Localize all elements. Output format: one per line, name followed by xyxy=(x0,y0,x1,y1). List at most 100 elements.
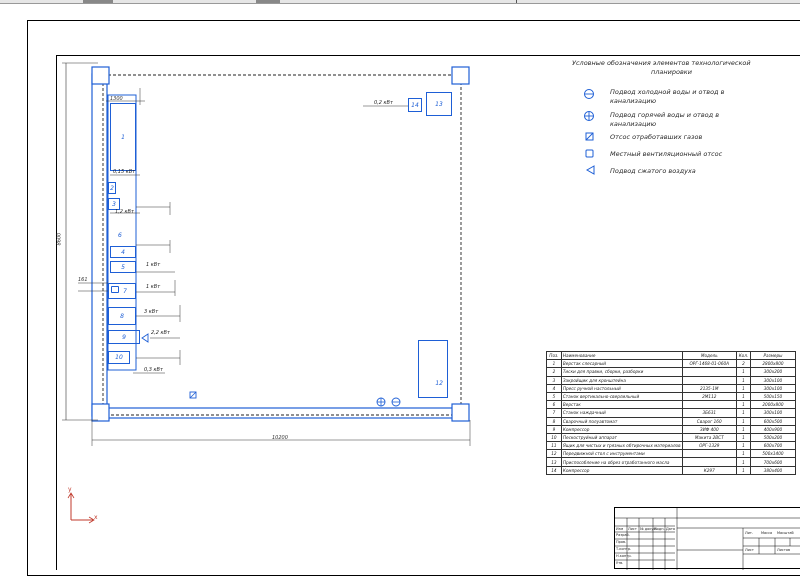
stamp-label-sheets: Листов xyxy=(777,548,791,552)
table-cell: 5 xyxy=(546,391,562,402)
stamp-label-sheet: Лист xyxy=(745,548,754,552)
table-cell: Верстак слесарный xyxy=(560,359,683,369)
table-cell: Макита 2ВСТ xyxy=(681,432,738,443)
table-cell: 400х900 xyxy=(749,424,797,434)
table-cell: 2 xyxy=(546,367,562,377)
equipment-12[interactable]: 12 xyxy=(418,340,448,398)
equipment-label: 2 xyxy=(110,184,114,192)
equipment-label: 1 xyxy=(121,133,125,141)
stamp-label-scale: Масштаб xyxy=(777,531,794,535)
power-label-10: 0,3 кВт xyxy=(144,367,163,373)
table-row: 4 Пресс ручной настольный 2135-1М 1 300х100 xyxy=(546,383,797,393)
table-cell: Верстак xyxy=(560,400,683,410)
table-row: 14 Компрессор К297 1 380х400 xyxy=(546,465,797,475)
table-cell: 380х400 xyxy=(749,465,797,475)
compressed-air-icon xyxy=(585,165,595,175)
equipment-6-label: 6 xyxy=(118,232,122,239)
table-cell: ОРГ-1329 xyxy=(681,441,738,451)
left-wall xyxy=(91,73,108,417)
table-row: 9 Компрессор ЗИФ 400 1 400х900 xyxy=(546,424,797,434)
stamp-label-ncontr: Н.контр. xyxy=(616,554,632,558)
equipment-label: 8 xyxy=(120,312,124,320)
legend-item-exhaust: Отсос отработавших газов xyxy=(610,133,703,141)
table-cell: 1 xyxy=(736,457,751,467)
table-cell: 300х100 xyxy=(749,375,797,385)
table-cell: 13 xyxy=(546,457,562,467)
table-cell: 8 xyxy=(546,416,562,426)
table-cell: ОРГ-1468-01-060А xyxy=(681,359,738,369)
table-cell: 1 xyxy=(736,367,751,377)
title-block: Изм Лист № докум. Подп. Дата Разраб. Про… xyxy=(614,507,800,570)
power-label-7: 1 кВт xyxy=(146,284,161,290)
legend-title-line2: планировки xyxy=(651,68,692,76)
equipment-label: 3 xyxy=(112,200,116,208)
table-cell: 1 xyxy=(736,441,751,451)
table-cell: Станок вертикально-сверлильный xyxy=(560,391,683,402)
table-cell xyxy=(681,449,738,459)
dim-top-post: 1300 xyxy=(110,96,123,102)
legend-line: Подвод холодной воды и отвод в xyxy=(610,88,725,96)
table-cell: Тиски для правки, сборки, разборки xyxy=(560,367,683,377)
table-cell: 1 xyxy=(736,432,751,443)
table-cell: 1 xyxy=(546,359,562,369)
legend-line: канализацию xyxy=(610,120,657,128)
table-header-cell: Модель xyxy=(681,350,738,361)
power-label-9: 2,2 кВт xyxy=(151,330,170,336)
table-cell: 2М112 xyxy=(681,391,738,402)
equipment-4[interactable]: 4 xyxy=(110,246,136,258)
equipment-5[interactable]: 5 xyxy=(110,261,136,273)
stamp-label-check: Пров. xyxy=(616,540,627,544)
corner-post xyxy=(451,66,470,85)
table-cell xyxy=(681,375,738,385)
table-cell: 7 xyxy=(546,408,562,418)
table-row: 1 Верстак слесарный ОРГ-1468-01-060А 2 2800х… xyxy=(546,359,797,369)
compressed-air-icon xyxy=(141,333,149,343)
equipment-9[interactable]: 9 xyxy=(108,330,140,344)
equipment-13[interactable]: 13 xyxy=(426,92,452,116)
equipment-label: 12 xyxy=(435,380,443,387)
equipment-8[interactable]: 8 xyxy=(108,307,136,325)
table-cell: 1 xyxy=(736,465,751,475)
table-cell: Сварочный полуавтомат xyxy=(560,416,683,426)
table-cell: 300х200 xyxy=(749,367,797,377)
legend-item-compressed-air: Подвод сжатого воздуха xyxy=(610,167,696,175)
title-block-grid xyxy=(615,508,800,570)
table-cell: 1 xyxy=(736,416,751,426)
corner-post xyxy=(91,403,110,422)
table-cell: 2800х800 xyxy=(749,359,797,369)
stamp-label-tcontr: Т.контр. xyxy=(616,547,632,551)
table-header-cell: Наименование xyxy=(560,350,683,361)
table-cell xyxy=(681,367,738,377)
equipment-10[interactable]: 10 xyxy=(108,351,130,364)
equipment-14[interactable]: 14 xyxy=(408,98,422,112)
legend-title-line1: Условные обозначения элементов технологи… xyxy=(572,59,751,67)
table-cell: 3Б631 xyxy=(681,408,738,418)
equipment-1[interactable]: 1 xyxy=(110,103,136,171)
stamp-label-dev: Разраб. xyxy=(616,533,630,537)
stamp-label-date: Дата xyxy=(666,527,676,531)
equipment-2[interactable]: 2 xyxy=(108,182,116,194)
stamp-label-list: Лист xyxy=(628,527,637,531)
table-cell: 14 xyxy=(546,465,562,475)
table-cell: 2000х800 xyxy=(749,400,797,410)
stamp-label-lit: Лит. xyxy=(745,531,754,535)
table-cell: 1 xyxy=(736,375,751,385)
table-row: 13 Приспособление на обрез отработанного … xyxy=(546,457,797,467)
table-header-cell: Кол. xyxy=(736,350,751,361)
table-row: 5 Станок вертикально-сверлильный 2М112 1 500… xyxy=(546,391,797,402)
corner-post xyxy=(451,403,470,422)
table-cell: 500х200 xyxy=(749,432,797,443)
stamp-label-sign: Подп. xyxy=(654,527,665,531)
table-cell: 6 xyxy=(546,400,562,410)
dim-width: 10200 xyxy=(272,435,288,441)
table-cell: 4 xyxy=(546,383,562,393)
table-row: 10 Пескоструйный аппарат Макита 2ВСТ 1 500х2… xyxy=(546,432,797,443)
table-cell: 1 xyxy=(736,424,751,434)
dim-height: 8600 xyxy=(56,232,63,246)
axis-y-label: y xyxy=(68,486,72,493)
table-row: 12 Передвижной стол с инструментами 1 500х1… xyxy=(546,449,797,459)
table-cell: К297 xyxy=(681,465,738,475)
legend-item-hot-water: Подвод горячей воды и отвод в канализаци… xyxy=(610,111,719,129)
legend-line: Подвод горячей воды и отвод в xyxy=(610,111,720,119)
table-cell: 600х700 xyxy=(749,441,797,451)
